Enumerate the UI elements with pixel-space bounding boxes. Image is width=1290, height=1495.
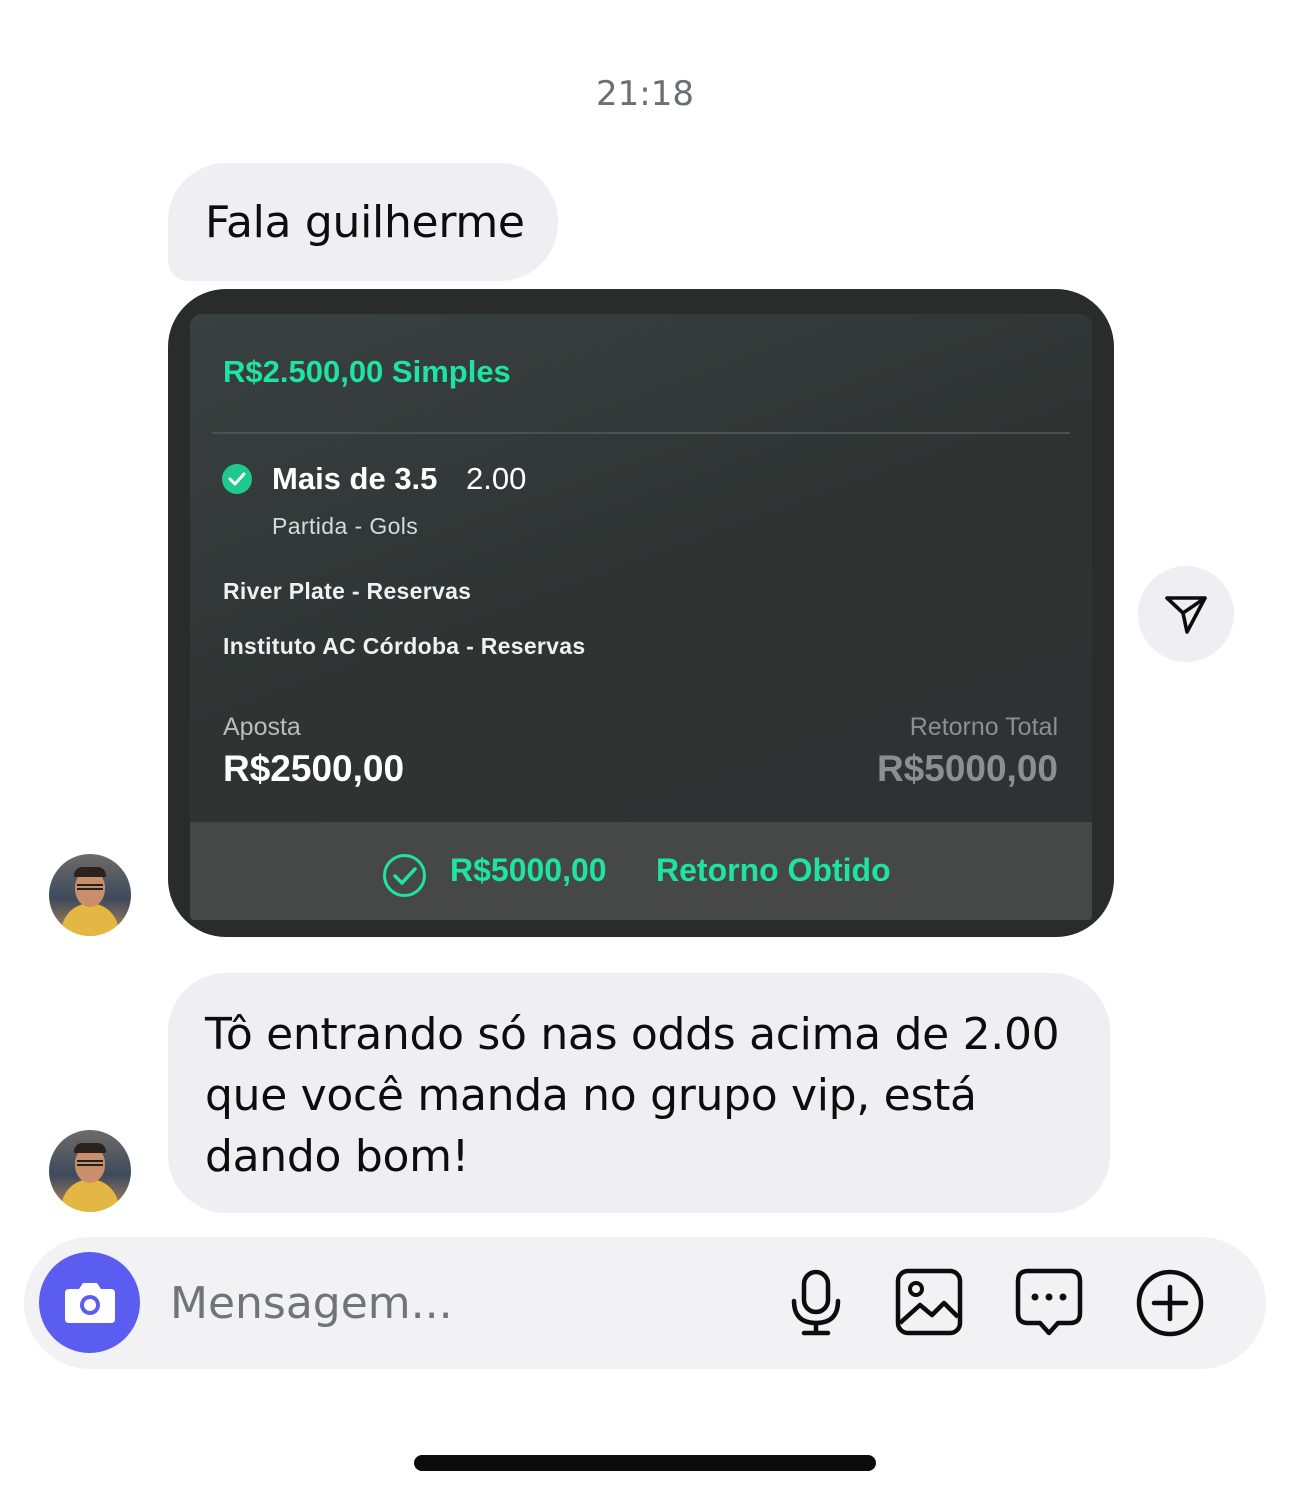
bet-slip-message[interactable]: R$2.500,00 Simples Mais de 3.5 2.00 Part… <box>168 289 1114 937</box>
sticker-icon[interactable] <box>1014 1267 1084 1339</box>
home-indicator[interactable] <box>414 1455 876 1471</box>
send-icon <box>1165 596 1207 634</box>
camera-icon <box>65 1283 115 1323</box>
check-circle-icon <box>222 464 252 494</box>
microphone-icon[interactable] <box>788 1267 844 1339</box>
check-circle-icon <box>383 854 426 897</box>
team-away: Instituto AC Córdoba - Reservas <box>223 633 586 659</box>
result-bar: R$5000,00 Retorno Obtido <box>190 822 1092 920</box>
result-amount: R$5000,00 <box>450 852 607 888</box>
camera-button[interactable] <box>39 1252 140 1353</box>
total-return-value: R$5000,00 <box>876 748 1058 789</box>
stake-value: R$2500,00 <box>223 748 405 789</box>
message-composer <box>24 1237 1266 1369</box>
team-home: River Plate - Reservas <box>223 578 472 604</box>
message-bubble[interactable]: Tô entrando só nas odds acima de 2.00 qu… <box>168 973 1110 1213</box>
share-button[interactable] <box>1138 566 1234 662</box>
message-input[interactable] <box>170 1275 730 1331</box>
message-timestamp: 21:18 <box>596 74 694 114</box>
bet-market: Partida - Gols <box>272 513 419 539</box>
bet-slip-divider <box>212 432 1070 434</box>
bet-slip-card: R$2.500,00 Simples Mais de 3.5 2.00 Part… <box>190 314 1092 920</box>
result-label: Retorno Obtido <box>656 852 891 888</box>
message-text: Tô entrando só nas odds acima de 2.00 qu… <box>205 1009 1060 1182</box>
message-bubble[interactable]: Fala guilherme <box>168 163 558 281</box>
stake-label: Aposta <box>223 713 301 741</box>
gallery-icon[interactable] <box>894 1267 964 1337</box>
chat-screen: 21:18 Fala guilherme R$2.500,00 Simples … <box>0 0 1290 1495</box>
message-text: Fala guilherme <box>205 197 525 248</box>
bet-slip-title: R$2.500,00 Simples <box>223 354 511 389</box>
avatar[interactable] <box>49 1130 131 1212</box>
plus-icon[interactable] <box>1134 1267 1206 1339</box>
bet-odd: 2.00 <box>466 461 527 496</box>
total-return-label: Retorno Total <box>909 713 1058 741</box>
avatar[interactable] <box>49 854 131 936</box>
bet-selection: Mais de 3.5 <box>272 461 438 496</box>
